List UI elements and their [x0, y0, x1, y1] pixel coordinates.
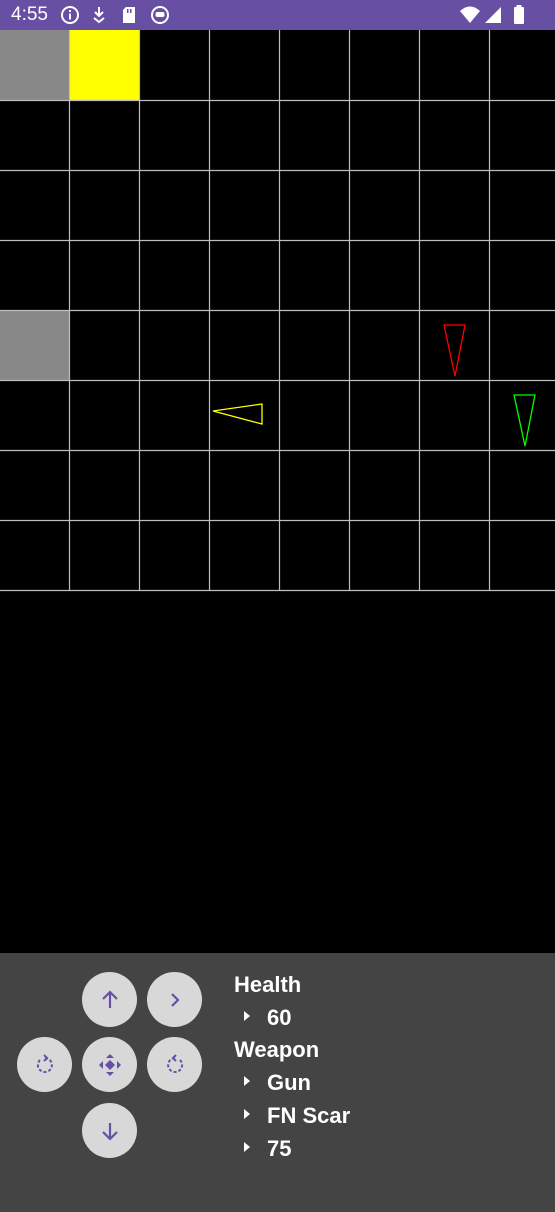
wifi-icon: [460, 6, 480, 23]
signal-icon: [485, 7, 501, 23]
weapon-name-item: FN Scar: [234, 1099, 350, 1132]
app-notification-icon: [151, 6, 169, 24]
move-up-button[interactable]: [82, 972, 137, 1027]
info-icon: [61, 6, 79, 24]
red-triangle[interactable]: [443, 324, 466, 377]
control-panel: Health 60 Weapon Gun FN Scar 75: [0, 953, 555, 1212]
bullet-triangle-icon: [244, 1076, 250, 1087]
weapon-ammo-item: 75: [234, 1132, 350, 1165]
bullet-triangle-icon: [244, 1109, 250, 1120]
weapon-type-item: Gun: [234, 1066, 350, 1099]
weapon-label: Weapon: [234, 1037, 320, 1062]
health-label: Health: [234, 972, 302, 997]
status-bar: 4:55: [0, 0, 555, 30]
stats-panel: Health 60 Weapon Gun FN Scar 75: [234, 969, 350, 1165]
bullet-triangle-icon: [244, 1011, 250, 1022]
board-cell-colored[interactable]: [69, 30, 139, 100]
bullet-triangle-icon: [244, 1142, 250, 1153]
battery-icon: [514, 5, 524, 24]
board-grid[interactable]: [0, 30, 555, 592]
board-cell-colored[interactable]: [0, 30, 69, 100]
status-time: 4:55: [11, 4, 48, 25]
weapon-ammo: 75: [267, 1136, 292, 1161]
green-triangle[interactable]: [513, 394, 536, 447]
chevron-right-icon: [170, 992, 180, 1007]
sd-card-icon: [123, 7, 135, 23]
turn-right-button[interactable]: [147, 972, 202, 1027]
center-button[interactable]: [82, 1037, 137, 1092]
move-all-directions-icon: [98, 1053, 121, 1076]
arrow-down-icon: [101, 1122, 118, 1141]
yellow-triangle[interactable]: [212, 403, 263, 425]
arrow-up-icon: [101, 989, 118, 1008]
rotate-left-button[interactable]: [17, 1037, 72, 1092]
move-down-button[interactable]: [82, 1103, 137, 1158]
weapon-name: FN Scar: [267, 1103, 351, 1128]
health-value-item: 60: [234, 1001, 350, 1034]
weapon-type: Gun: [267, 1070, 311, 1095]
game-board[interactable]: [0, 30, 555, 592]
rotate-right-button[interactable]: [147, 1037, 202, 1092]
health-value: 60: [267, 1005, 292, 1030]
rotate-right-icon: [166, 1053, 183, 1073]
download-icon: [93, 7, 105, 24]
board-cell-colored[interactable]: [0, 310, 69, 380]
rotate-left-icon: [36, 1053, 53, 1073]
